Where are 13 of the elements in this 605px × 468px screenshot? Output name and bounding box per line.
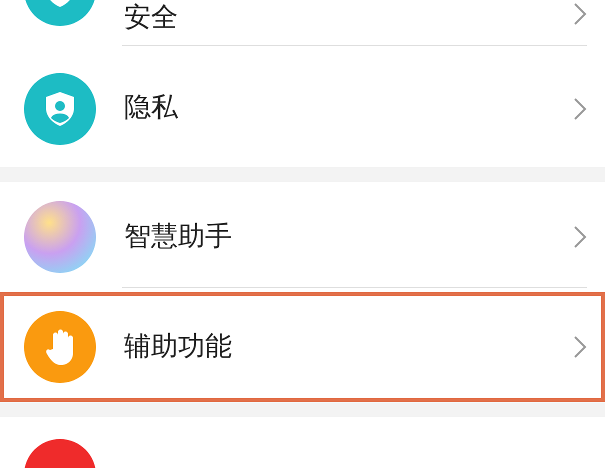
settings-row[interactable]: 辅助功能 bbox=[0, 292, 605, 402]
setting-label: 智慧助手 bbox=[124, 220, 233, 254]
setting-label: 辅助功能 bbox=[124, 330, 233, 364]
chevron-icon bbox=[573, 225, 587, 249]
chevron-icon bbox=[573, 2, 587, 26]
chevron-icon bbox=[573, 96, 587, 120]
chevron-icon bbox=[573, 335, 587, 359]
shield-person-icon bbox=[43, 90, 77, 128]
setting-label: 隐私 bbox=[124, 92, 179, 125]
setting-label: 安全 bbox=[124, 2, 179, 34]
settings-row[interactable]: 安全 bbox=[0, 0, 605, 50]
settings-row[interactable]: 隐私 bbox=[0, 50, 605, 167]
settings-row[interactable]: 智慧助手 bbox=[0, 182, 605, 292]
